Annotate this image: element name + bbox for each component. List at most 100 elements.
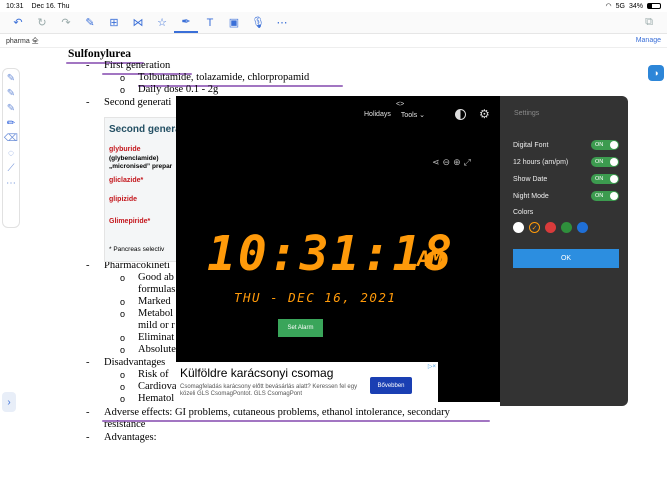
12-hours-toggle[interactable]: ON bbox=[591, 157, 619, 167]
zoom-out-icon[interactable]: ⊖ bbox=[443, 157, 451, 168]
sub-dose: Daily dose 0.1 - 2g bbox=[138, 84, 219, 95]
app-switch-icon[interactable]: ◑ bbox=[648, 65, 664, 81]
more-tools-icon[interactable]: ⋯ bbox=[6, 178, 16, 189]
ok-button[interactable]: OK bbox=[513, 249, 619, 268]
tab-bar: pharma 全 Manage bbox=[0, 34, 667, 48]
app-toolbar: ↶ ↻ ↷ ✎ ⊞ ⋈ ☆ ✒ T ▣ 🎙 ⋯ ⧉ bbox=[0, 12, 667, 34]
mic-icon[interactable]: 🎙 bbox=[246, 13, 270, 33]
settings-header: Settings bbox=[514, 110, 540, 117]
redo-icon[interactable]: ↻ bbox=[30, 13, 54, 33]
clock-date: THU - DEC 16, 2021 bbox=[234, 290, 397, 305]
digital-font-toggle[interactable]: ON bbox=[591, 140, 619, 150]
colors-label: Colors bbox=[513, 209, 534, 216]
setting-label: 12 hours (am/pm) bbox=[513, 158, 569, 166]
embed-glyburide: glyburide bbox=[109, 146, 141, 153]
circle-bullet: o bbox=[120, 333, 126, 343]
pen-icon[interactable]: ✒ bbox=[174, 13, 198, 33]
bullet-disadvantages: Disadvantages bbox=[104, 357, 166, 368]
theme-icon[interactable] bbox=[455, 109, 466, 120]
sub-marked: Marked bbox=[138, 296, 171, 307]
dash: - bbox=[86, 432, 90, 443]
circle-bullet: o bbox=[120, 394, 126, 404]
expand-arrow-icon[interactable]: › bbox=[2, 392, 16, 412]
circle-bullet: o bbox=[120, 297, 126, 307]
color-swatches: ✓ bbox=[513, 222, 588, 233]
ad-more-button[interactable]: Bővebben bbox=[370, 377, 412, 394]
set-alarm-button[interactable]: Set Alarm bbox=[278, 319, 323, 337]
gear-icon[interactable]: ⚙ bbox=[479, 107, 490, 121]
share-icon[interactable]: ⋖ bbox=[432, 157, 440, 168]
battery-icon bbox=[647, 3, 661, 9]
eraser-icon[interactable]: ⌫ bbox=[4, 133, 18, 144]
embed-footnote: * Pancreas selectiv bbox=[109, 246, 165, 253]
embed-gliclazide: gliclazide* bbox=[109, 177, 144, 184]
embedded-slide: Second generat glyburide (glybenclamide)… bbox=[104, 117, 184, 262]
clock-nav: Holidays Tools ⌄ bbox=[364, 111, 425, 119]
dash: - bbox=[86, 407, 90, 418]
sub-absolute: Absolute bbox=[138, 344, 176, 355]
ruler-icon[interactable]: ⟋ bbox=[8, 163, 15, 174]
new-window-icon[interactable]: ⧉ bbox=[637, 13, 661, 33]
sub-good: Good ab bbox=[138, 272, 174, 283]
sub-drugs: Tolbutamide, tolazamide, chlorpropamid bbox=[138, 72, 310, 83]
status-time: 10:31 bbox=[6, 2, 24, 10]
ad-headline[interactable]: Külföldre karácsonyi csomag bbox=[180, 366, 333, 380]
pen-sidebar: ✎ ✎ ✎ ✏ ⌫ ◌ ⟋ ⋯ bbox=[2, 68, 20, 228]
setting-show-date: Show Date ON bbox=[513, 174, 619, 184]
color-blue-swatch[interactable] bbox=[577, 222, 588, 233]
circle-bullet: o bbox=[120, 382, 126, 392]
circle-bullet: o bbox=[120, 370, 126, 380]
collapse-toggle[interactable]: <> bbox=[396, 101, 404, 108]
nav-tools[interactable]: Tools ⌄ bbox=[401, 111, 425, 119]
clock-controls: ⋖ ⊖ ⊕ ⤢ bbox=[432, 157, 471, 168]
sub-formulas: formulas bbox=[138, 284, 176, 295]
add-page-icon[interactable]: ⊞ bbox=[102, 13, 126, 33]
lasso-icon[interactable]: ◌ bbox=[8, 148, 14, 159]
color-white-swatch[interactable] bbox=[513, 222, 524, 233]
adchoices-icon[interactable]: ▷× bbox=[428, 363, 436, 370]
show-date-toggle[interactable]: ON bbox=[591, 174, 619, 184]
ink-underline bbox=[102, 420, 490, 422]
redo-disabled-icon[interactable]: ↷ bbox=[54, 13, 78, 33]
pen-red-icon[interactable]: ✎ bbox=[7, 88, 15, 99]
setting-night-mode: Night Mode ON bbox=[513, 191, 619, 201]
embed-micronised: „micronised” prepar bbox=[109, 163, 173, 170]
favorite-icon[interactable]: ☆ bbox=[150, 13, 174, 33]
setting-label: Show Date bbox=[513, 175, 548, 183]
read-mode-icon[interactable]: ✎ bbox=[78, 13, 102, 33]
fullscreen-icon[interactable]: ⤢ bbox=[464, 157, 471, 168]
embed-glimepiride: Glimepiride* bbox=[109, 218, 151, 225]
nav-holidays[interactable]: Holidays bbox=[364, 111, 391, 119]
sub-hemato: Hematol bbox=[138, 393, 175, 404]
color-orange-swatch[interactable]: ✓ bbox=[529, 222, 540, 233]
color-red-swatch[interactable] bbox=[545, 222, 556, 233]
night-mode-toggle[interactable]: ON bbox=[591, 191, 619, 201]
text-icon[interactable]: T bbox=[198, 13, 222, 33]
circle-bullet: o bbox=[120, 309, 126, 319]
color-green-swatch[interactable] bbox=[561, 222, 572, 233]
undo-icon[interactable]: ↶ bbox=[6, 13, 30, 33]
pen-blue-icon[interactable]: ✎ bbox=[7, 103, 15, 114]
setting-label: Night Mode bbox=[513, 192, 549, 200]
settings-panel: Settings Digital Font ON 12 hours (am/pm… bbox=[500, 96, 628, 406]
ad-banner[interactable]: ▷× Külföldre karácsonyi csomag Csomagfel… bbox=[176, 362, 438, 405]
clock-ampm: AM bbox=[417, 247, 443, 271]
dash: - bbox=[86, 260, 90, 271]
sub-metabol: Metabol bbox=[138, 308, 173, 319]
image-icon[interactable]: ▣ bbox=[222, 13, 246, 33]
pen-tool-icon[interactable]: ✎ bbox=[7, 73, 15, 84]
more-icon[interactable]: ⋯ bbox=[270, 13, 294, 33]
dash: - bbox=[86, 60, 90, 71]
bullet-second-generation: Second generati bbox=[104, 97, 172, 108]
sub-cardio: Cardiova bbox=[138, 381, 177, 392]
manage-link[interactable]: Manage bbox=[636, 37, 661, 44]
shape-icon[interactable]: ⋈ bbox=[126, 13, 150, 33]
tab-pharma[interactable]: pharma 全 bbox=[6, 36, 39, 46]
embed-glybenclamide: (glybenclamide) bbox=[109, 155, 159, 162]
status-date: Dec 16. Thu bbox=[31, 2, 70, 10]
zoom-in-icon[interactable]: ⊕ bbox=[453, 157, 461, 168]
highlighter-icon[interactable]: ✏ bbox=[7, 118, 15, 129]
wifi-icon: ◠ bbox=[605, 3, 612, 10]
sub-risk: Risk of bbox=[138, 369, 169, 380]
sub-elimina: Eliminat bbox=[138, 332, 175, 343]
